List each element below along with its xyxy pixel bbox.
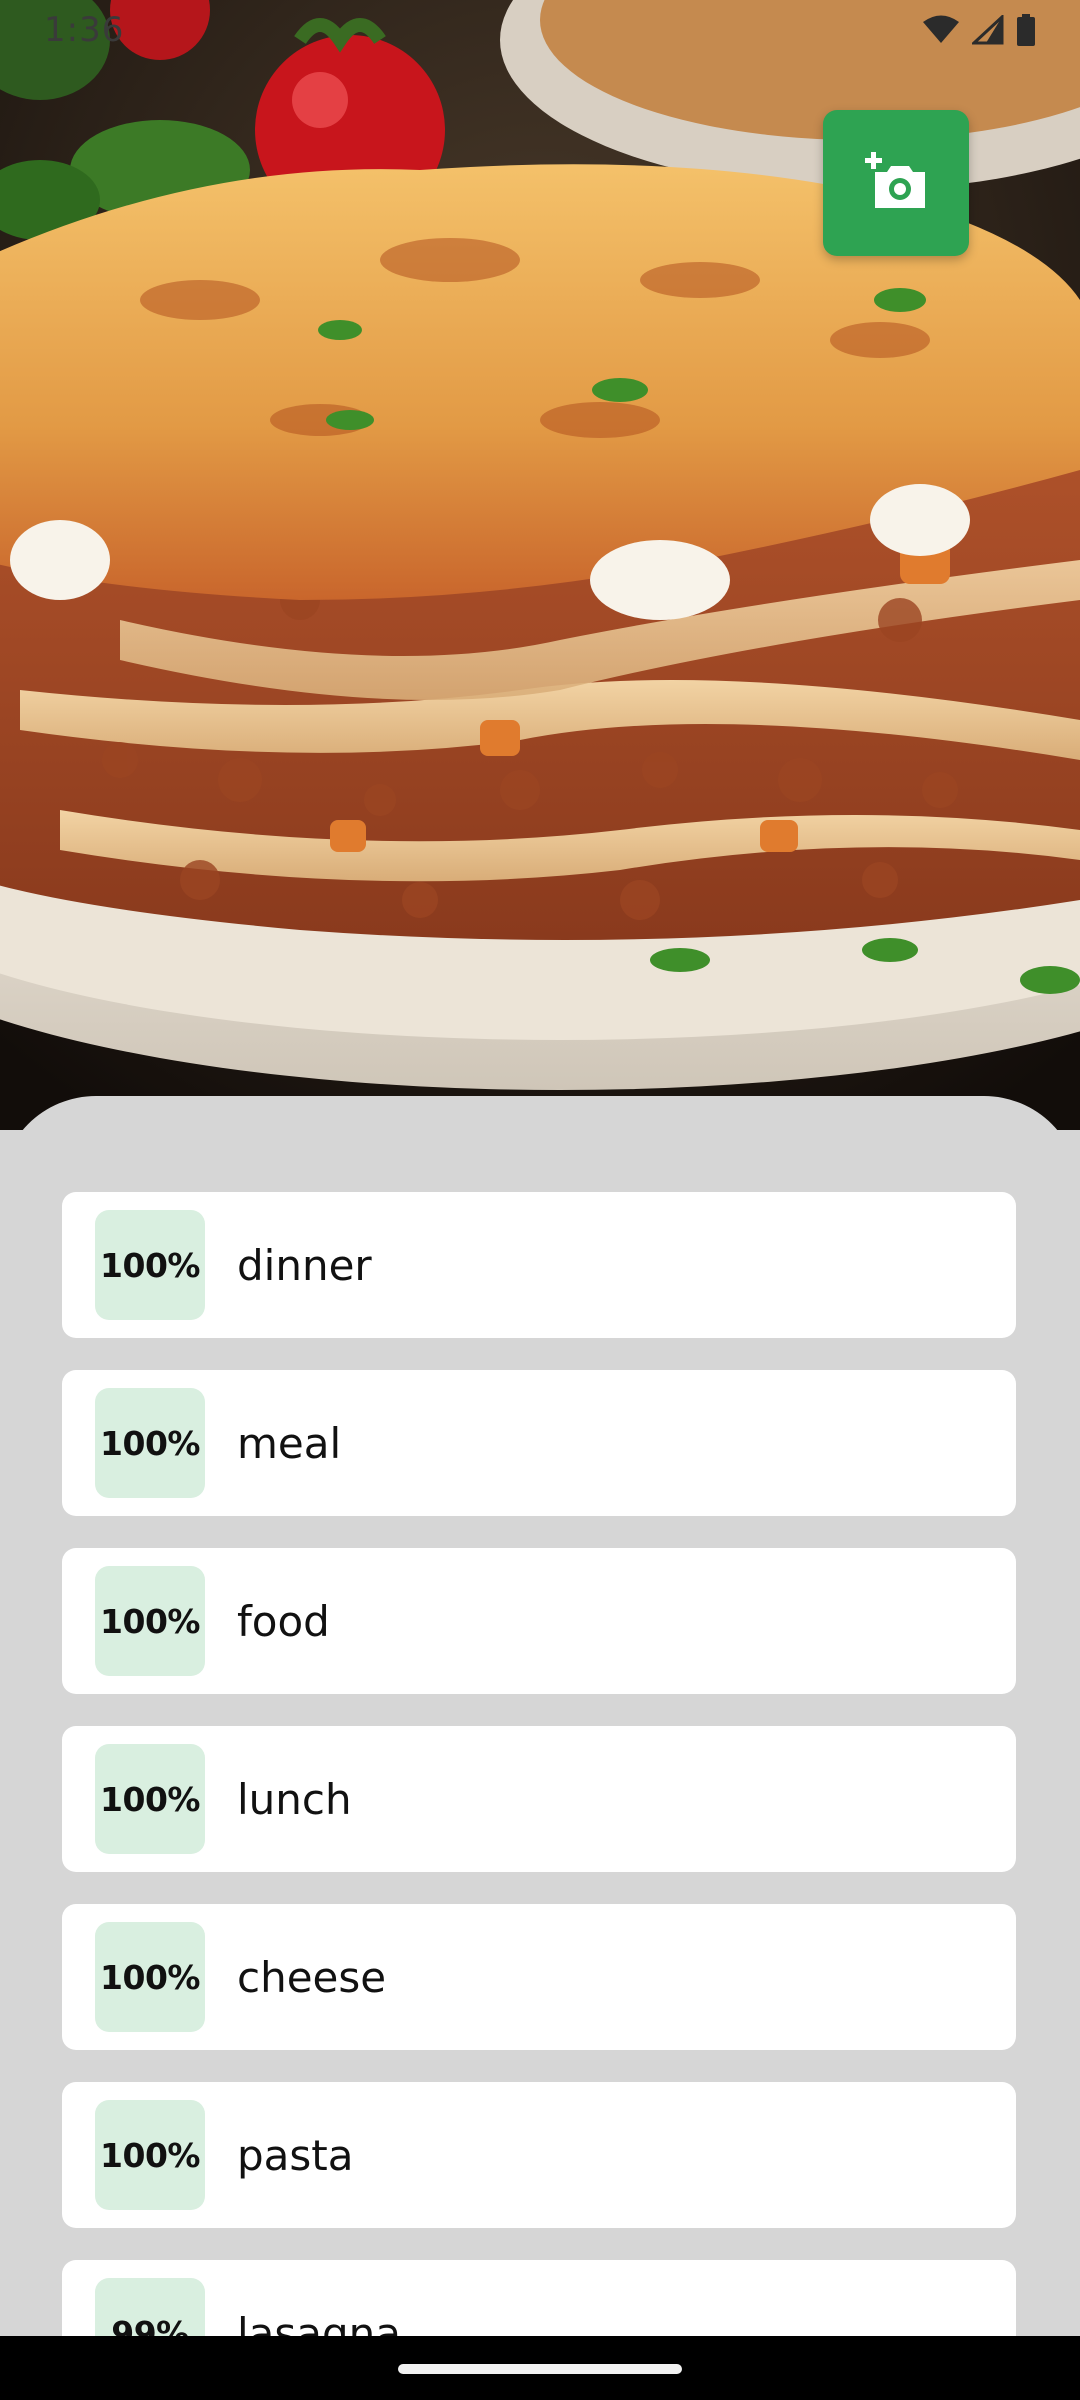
tag-row[interactable]: 100% lunch <box>62 1726 1016 1872</box>
confidence-badge: 99% <box>95 2278 205 2336</box>
results-sheet: 100% dinner 100% meal 100% food 100% lun… <box>0 1096 1080 2336</box>
tag-row[interactable]: 99% lasagna <box>62 2260 1016 2336</box>
tag-label: dinner <box>237 1240 372 1290</box>
tag-row[interactable]: 100% meal <box>62 1370 1016 1516</box>
tag-label: meal <box>237 1418 342 1468</box>
screen: 1:36 100% dinner 100% meal 100% food 100… <box>0 0 1080 2400</box>
add-camera-icon <box>865 152 927 214</box>
status-time: 1:36 <box>44 10 125 50</box>
tag-label: lunch <box>237 1774 352 1824</box>
confidence-badge: 100% <box>95 1210 205 1320</box>
tag-label: food <box>237 1596 330 1646</box>
tag-list: 100% dinner 100% meal 100% food 100% lun… <box>62 1192 1016 2336</box>
status-bar: 1:36 <box>0 0 1080 62</box>
cell-signal-icon <box>970 13 1004 49</box>
wifi-icon <box>922 15 960 49</box>
confidence-badge: 100% <box>95 1922 205 2032</box>
tag-label: cheese <box>237 1952 387 2002</box>
tag-label: pasta <box>237 2130 354 2180</box>
add-photo-button[interactable] <box>823 110 969 256</box>
tag-row[interactable]: 100% cheese <box>62 1904 1016 2050</box>
tag-row[interactable]: 100% dinner <box>62 1192 1016 1338</box>
navigation-bar <box>0 2336 1080 2400</box>
home-gesture-handle[interactable] <box>398 2364 682 2374</box>
tag-row[interactable]: 100% food <box>62 1548 1016 1694</box>
battery-icon <box>1016 14 1036 50</box>
confidence-badge: 100% <box>95 1744 205 1854</box>
tag-label: lasagna <box>237 2308 402 2337</box>
status-icons <box>922 13 1036 50</box>
confidence-badge: 100% <box>95 1388 205 1498</box>
confidence-badge: 100% <box>95 1566 205 1676</box>
tag-row[interactable]: 100% pasta <box>62 2082 1016 2228</box>
confidence-badge: 100% <box>95 2100 205 2210</box>
